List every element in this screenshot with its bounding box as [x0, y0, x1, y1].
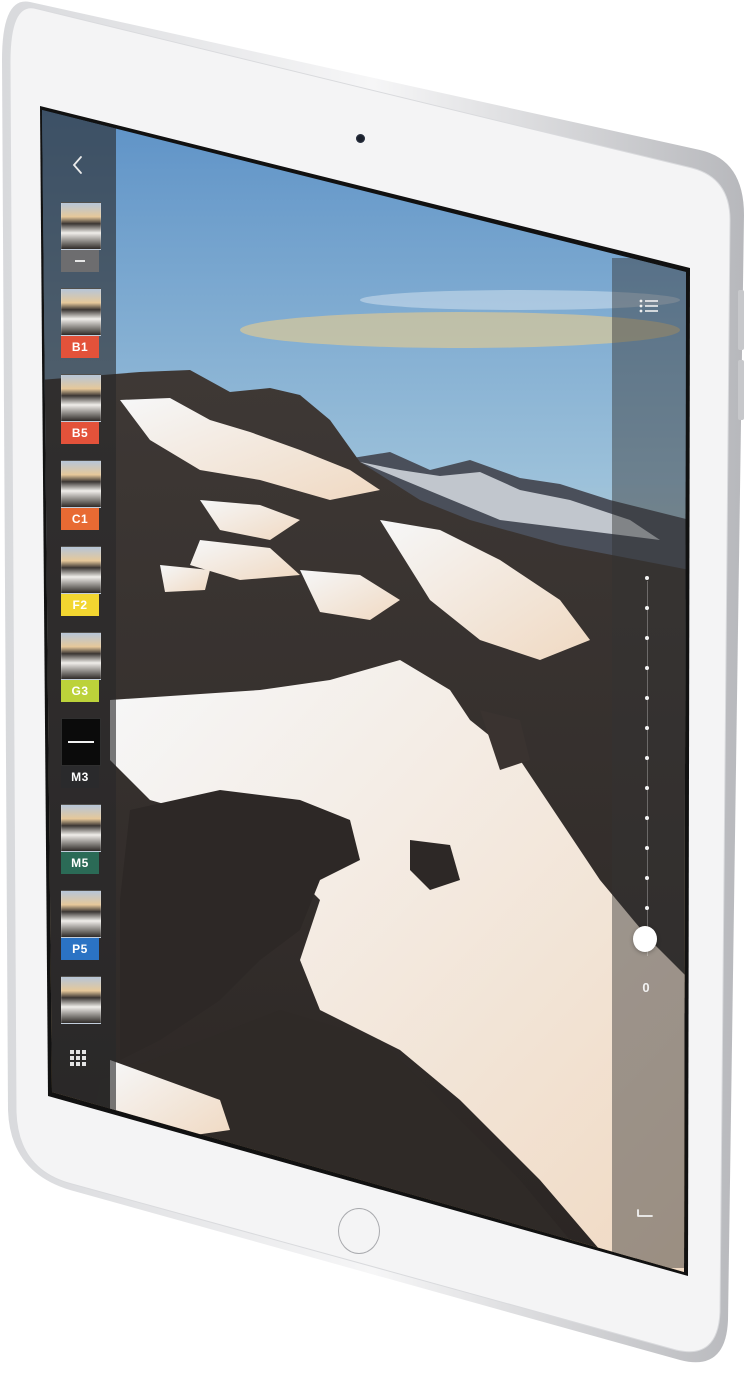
back-button[interactable] — [62, 150, 94, 180]
slider-step-dot — [645, 726, 649, 730]
dash-icon — [75, 260, 85, 262]
strength-slider-track[interactable] — [644, 576, 650, 956]
preset-thumbnail — [61, 718, 101, 766]
front-camera-icon — [356, 134, 365, 143]
preset-thumbnail — [61, 890, 101, 938]
preset-b1[interactable]: B1 — [61, 288, 101, 358]
undo-icon — [637, 1209, 653, 1217]
preset-thumbnail — [61, 374, 101, 422]
slider-step-dot — [645, 846, 649, 850]
list-icon — [639, 299, 658, 313]
filter-strip: B1 B5 C1 F2 G3 M3 M5 P5 — [42, 110, 116, 1110]
preset-tag — [61, 250, 99, 272]
slider-step-dot — [645, 786, 649, 790]
preset-p5[interactable]: P5 — [61, 890, 101, 960]
undo-button[interactable] — [634, 1204, 658, 1224]
adjustment-panel: 0 — [612, 258, 686, 1268]
slider-step-dot — [645, 696, 649, 700]
preset-label: C1 — [61, 508, 99, 530]
preset-f2[interactable]: F2 — [61, 546, 101, 616]
preset-label: B1 — [61, 336, 99, 358]
preset-g3[interactable]: G3 — [61, 632, 101, 702]
slider-step-dot — [645, 606, 649, 610]
preset-b5[interactable]: B5 — [61, 374, 101, 444]
preset-m3[interactable]: M3 — [61, 718, 101, 788]
preset-next[interactable] — [61, 976, 101, 1024]
preset-thumbnail — [61, 288, 101, 336]
preset-thumbnail — [61, 460, 101, 508]
preset-label: F2 — [61, 594, 99, 616]
slider-step-dot — [645, 906, 649, 910]
preset-thumbnail — [61, 546, 101, 594]
tools-list-button[interactable] — [638, 298, 660, 316]
preset-label: M5 — [61, 852, 99, 874]
preset-label: P5 — [61, 938, 99, 960]
preset-label: M3 — [61, 766, 99, 788]
preset-c1[interactable]: C1 — [61, 460, 101, 530]
preset-thumbnail — [61, 202, 101, 250]
slider-step-dot — [645, 756, 649, 760]
slider-step-dot — [645, 876, 649, 880]
slider-step-dot — [645, 816, 649, 820]
preset-m5[interactable]: M5 — [61, 804, 101, 874]
preset-thumbnail — [61, 976, 101, 1024]
preset-current[interactable] — [61, 202, 101, 272]
strength-value: 0 — [642, 980, 650, 995]
slider-step-dot — [645, 636, 649, 640]
preset-thumbnail — [61, 804, 101, 852]
grid-icon — [70, 1050, 74, 1054]
strength-slider-knob[interactable] — [633, 926, 657, 952]
slider-step-dot — [645, 666, 649, 670]
grid-button[interactable] — [70, 1050, 90, 1070]
preset-thumbnail — [61, 632, 101, 680]
preset-label: G3 — [61, 680, 99, 702]
chevron-left-icon — [72, 156, 82, 174]
preset-label: B5 — [61, 422, 99, 444]
screenshot: B1 B5 C1 F2 G3 M3 M5 P5 0 — [0, 0, 746, 1378]
home-button[interactable] — [338, 1208, 380, 1254]
slider-step-dot — [645, 576, 649, 580]
